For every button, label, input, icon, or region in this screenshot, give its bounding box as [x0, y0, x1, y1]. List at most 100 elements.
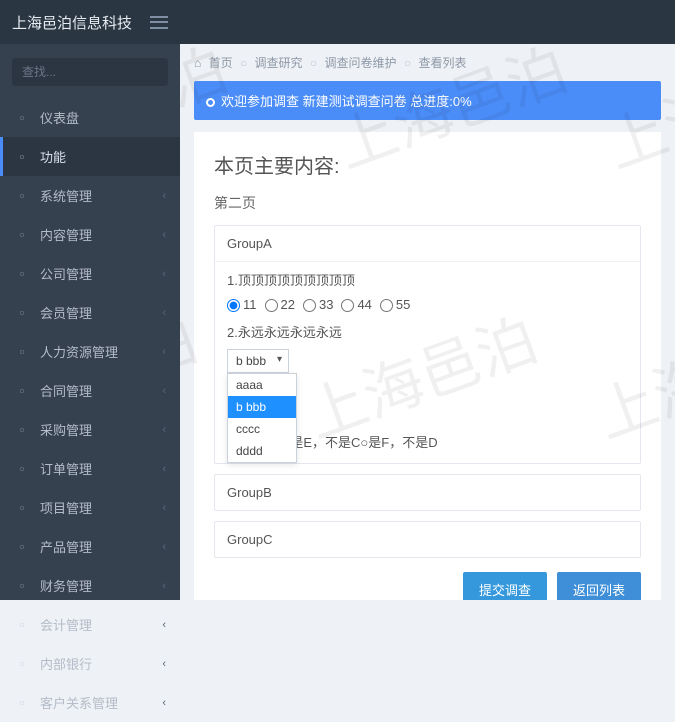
dropdown-option[interactable]: cccc — [228, 418, 296, 440]
chevron-left-icon: ‹ — [162, 424, 166, 436]
sidebar-item-label: 合同管理 — [40, 381, 92, 400]
radio-option[interactable]: 11 — [227, 297, 257, 312]
chevron-left-icon: ‹ — [162, 190, 166, 202]
group-a: GroupA 1.顶顶顶顶顶顶顶顶顶 11 22 33 44 55 2.永远永远永远永远… — [214, 225, 641, 464]
info-icon — [206, 98, 215, 107]
nav-icon: ▫ — [14, 617, 30, 633]
sidebar-item-11[interactable]: ▫产品管理‹ — [0, 527, 180, 566]
breadcrumb: ⌂ 首页 ○ 调查研究 ○ 调查问卷维护 ○ 查看列表 — [194, 54, 661, 71]
chevron-left-icon: ‹ — [162, 658, 166, 670]
sidebar-item-label: 财务管理 — [40, 576, 92, 595]
sidebar-item-4[interactable]: ▫ 公司管理 ‹ — [0, 254, 180, 293]
breadcrumb-sep: ○ — [310, 56, 317, 70]
radio-input[interactable] — [380, 299, 393, 312]
hamburger-icon[interactable] — [150, 16, 168, 29]
chevron-left-icon: ‹ — [162, 697, 166, 709]
sidebar-item-label: 内部银行 — [40, 654, 92, 673]
search-input[interactable] — [12, 58, 168, 86]
topbar: 上海邑泊信息科技 — [0, 0, 675, 44]
sidebar-item-9[interactable]: ▫ 订单管理 ‹ — [0, 449, 180, 488]
radio-input[interactable] — [303, 299, 316, 312]
sidebar-item-3[interactable]: ▫内容管理‹ — [0, 215, 180, 254]
breadcrumb-item[interactable]: 查看列表 — [418, 56, 466, 70]
chevron-left-icon: ‹ — [162, 268, 166, 280]
sidebar-item-label: 采购管理 — [40, 420, 92, 439]
chevron-left-icon: ‹ — [162, 385, 166, 397]
sidebar-item-label: 系统管理 — [40, 186, 92, 205]
sidebar-item-5[interactable]: ▫ 会员管理 ‹ — [0, 293, 180, 332]
sidebar-item-13[interactable]: ▫ 会计管理 ‹ — [0, 605, 180, 644]
question-2-text: 2.永远永远永远永远 — [227, 322, 628, 341]
breadcrumb-item[interactable]: 调查问卷维护 — [325, 56, 397, 70]
nav-icon: ▫ — [14, 656, 30, 672]
submit-button[interactable]: 提交调查 — [463, 572, 547, 600]
question-1-text: 1.顶顶顶顶顶顶顶顶顶 — [227, 270, 628, 289]
sidebar-item-7[interactable]: ▫ 合同管理 ‹ — [0, 371, 180, 410]
nav-icon: ▫ — [14, 188, 30, 204]
sidebar-item-12[interactable]: ▫财务管理‹ — [0, 566, 180, 605]
group-a-header: GroupA — [215, 226, 640, 262]
group-c[interactable]: GroupC — [214, 521, 641, 558]
radio-input[interactable] — [265, 299, 278, 312]
page-title: 本页主要内容: — [214, 150, 641, 179]
sidebar-item-8[interactable]: ▫采购管理‹ — [0, 410, 180, 449]
chevron-left-icon: ‹ — [162, 307, 166, 319]
group-b[interactable]: GroupB — [214, 474, 641, 511]
sidebar-item-label: 功能 — [40, 147, 66, 166]
radio-option[interactable]: 22 — [265, 297, 295, 312]
sidebar-item-15[interactable]: ▫客户关系管理‹ — [0, 683, 180, 722]
sidebar-item-label: 会员管理 — [40, 303, 92, 322]
radio-option[interactable]: 33 — [303, 297, 333, 312]
select-display[interactable]: b bbb — [227, 349, 289, 373]
nav-icon: ▫ — [14, 383, 30, 399]
chevron-left-icon: ‹ — [162, 619, 166, 631]
chevron-left-icon: ‹ — [162, 463, 166, 475]
sidebar-item-label: 仪表盘 — [40, 108, 79, 127]
radio-option[interactable]: 55 — [380, 297, 410, 312]
sidebar-search — [0, 52, 180, 98]
page-subtitle: 第二页 — [214, 193, 641, 213]
nav-icon: ▫ — [14, 539, 30, 555]
sidebar-item-0[interactable]: ▫仪表盘 — [0, 98, 180, 137]
nav-icon: ▫ — [14, 149, 30, 165]
brand-title: 上海邑泊信息科技 — [12, 12, 132, 33]
sidebar-item-label: 订单管理 — [40, 459, 92, 478]
select-dropdown: aaaab bbbccccdddd — [227, 373, 297, 463]
nav-icon: ▫ — [14, 461, 30, 477]
radio-input[interactable] — [341, 299, 354, 312]
radio-input[interactable] — [227, 299, 240, 312]
sidebar-item-label: 客户关系管理 — [40, 693, 118, 712]
sidebar-item-label: 人力资源管理 — [40, 342, 118, 361]
chevron-left-icon: ‹ — [162, 229, 166, 241]
nav-icon: ▫ — [14, 227, 30, 243]
sidebar: ▫仪表盘▫功能▫系统管理‹▫内容管理‹▫公司管理‹▫会员管理‹▫人力资源管理‹▫… — [0, 44, 180, 600]
back-button[interactable]: 返回列表 — [557, 572, 641, 600]
chevron-left-icon: ‹ — [162, 502, 166, 514]
dropdown-option[interactable]: aaaa — [228, 374, 296, 396]
sidebar-item-10[interactable]: ▫项目管理‹ — [0, 488, 180, 527]
main-area: ⌂ 首页 ○ 调查研究 ○ 调查问卷维护 ○ 查看列表 欢迎参加调查 新建测试调… — [180, 44, 675, 600]
sidebar-item-1[interactable]: ▫ 功能 — [0, 137, 180, 176]
nav-icon: ▫ — [14, 500, 30, 516]
sidebar-item-label: 会计管理 — [40, 615, 92, 634]
radio-option[interactable]: 44 — [341, 297, 371, 312]
question-2-select[interactable]: b bbb aaaab bbbccccdddd — [227, 349, 289, 373]
question-1-options: 11 22 33 44 55 — [227, 297, 628, 312]
dropdown-option[interactable]: b bbb — [228, 396, 296, 418]
breadcrumb-item[interactable]: 首页 — [209, 56, 233, 70]
nav-icon: ▫ — [14, 578, 30, 594]
breadcrumb-item[interactable]: 调查研究 — [255, 56, 303, 70]
dropdown-option[interactable]: dddd — [228, 440, 296, 462]
nav-icon: ▫ — [14, 305, 30, 321]
sidebar-item-6[interactable]: ▫ 人力资源管理 ‹ — [0, 332, 180, 371]
banner-text: 欢迎参加调查 新建测试调查问卷 总进度:0% — [221, 94, 472, 109]
info-banner: 欢迎参加调查 新建测试调查问卷 总进度:0% — [194, 81, 661, 120]
sidebar-item-label: 公司管理 — [40, 264, 92, 283]
breadcrumb-sep: ○ — [404, 56, 411, 70]
breadcrumb-sep: ○ — [240, 56, 247, 70]
chevron-left-icon: ‹ — [162, 346, 166, 358]
sidebar-item-14[interactable]: ▫ 内部银行 ‹ — [0, 644, 180, 683]
nav-icon: ▫ — [14, 344, 30, 360]
sidebar-item-2[interactable]: ▫ 系统管理 ‹ — [0, 176, 180, 215]
nav-icon: ▫ — [14, 266, 30, 282]
